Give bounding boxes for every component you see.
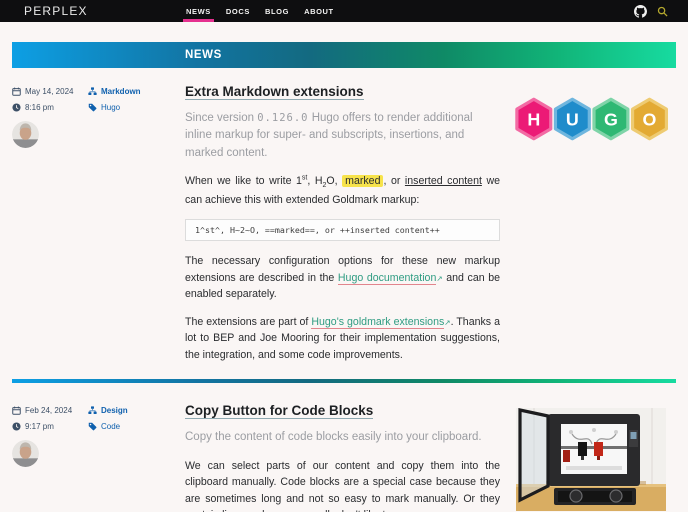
tag-link[interactable]: Code [101,422,120,431]
hugo-hex-h: H [515,97,553,141]
article-side-column: (Emotion Tech/Unsplash↗) [500,403,676,512]
hugo-hex-o: O [630,97,669,141]
article-divider [12,379,676,384]
tag-link-wrap: Code [88,422,185,431]
article-title: Copy Button for Code Blocks [185,403,500,420]
code-block: 1^st^, H~2~O, ==marked==, or ++inserted … [185,219,500,242]
svg-text:U: U [566,110,579,130]
top-navigation-bar: PERPLEX NEWS DOCS BLOG ABOUT [0,0,688,22]
time-text: 9:17 pm [25,422,54,432]
hugo-hex-u: U [553,97,591,141]
article-main-column: Copy Button for Code Blocks Copy the con… [185,403,500,512]
article-title-link[interactable]: Copy Button for Code Blocks [185,403,374,420]
nav-item-docs[interactable]: DOCS [226,0,250,22]
article-meta: Feb 24, 2024 Design 9:17 pm Code [12,406,185,431]
highlighted-text: marked [342,174,384,187]
header-icons [634,0,668,22]
article-paragraph: The necessary configuration options for … [185,253,500,303]
category-link-wrap: Markdown [88,87,185,96]
publish-date: May 14, 2024 [12,87,88,96]
category-icon [88,87,97,96]
article-title-link[interactable]: Extra Markdown extensions [185,84,364,100]
calendar-icon [12,406,21,416]
article-copy-button: Feb 24, 2024 Design 9:17 pm Code Copy Bu… [12,403,676,512]
lead-text: Since version [185,112,258,124]
time-text: 8:16 pm [25,103,54,112]
version-code: 0.126.0 [257,112,309,124]
svg-text:O: O [643,110,657,130]
category-link[interactable]: Design [101,406,128,415]
date-text: May 14, 2024 [25,87,74,96]
printer-photo [515,408,667,512]
article-lead: Since version 0.126.0 Hugo offers to ren… [185,110,500,162]
publish-date: Feb 24, 2024 [12,406,88,415]
article-markdown-extensions: May 14, 2024 Markdown 8:16 pm Hugo Extra… [12,84,676,363]
inserted-text: inserted content [404,174,482,187]
tag-icon [88,103,97,112]
section-title: NEWS [185,49,222,61]
section-banner: NEWS [12,42,676,68]
category-icon [88,406,97,415]
goldmark-extensions-link[interactable]: Hugo's goldmark extensions [311,315,445,329]
article-main-column: Extra Markdown extensions Since version … [185,84,500,363]
publish-time: 8:16 pm [12,103,88,112]
tag-icon [88,422,97,431]
hugo-hex-g: G [592,97,630,141]
tag-link[interactable]: Hugo [101,103,120,112]
article-title: Extra Markdown extensions [185,84,500,100]
github-icon[interactable] [634,4,647,18]
article-paragraph: We can select parts of our content and c… [185,459,500,512]
svg-text:G: G [604,110,618,130]
calendar-icon [12,87,21,96]
main-nav: NEWS DOCS BLOG ABOUT [183,0,349,22]
nav-item-blog[interactable]: BLOG [265,0,289,22]
paragraph-text: O, [326,174,343,187]
clock-icon [12,422,21,431]
article-meta: May 14, 2024 Markdown 8:16 pm Hugo [12,87,185,112]
nav-item-about[interactable]: ABOUT [304,0,334,22]
article-paragraph: The extensions are part of Hugo's goldma… [185,314,500,364]
date-text: Feb 24, 2024 [25,406,73,416]
paragraph-text: , H [307,174,323,187]
category-link-wrap: Design [88,406,185,415]
hugo-logo: H U G O [515,97,676,141]
tag-link-wrap: Hugo [88,103,185,112]
author-avatar [12,121,39,148]
search-icon[interactable] [657,6,668,17]
clock-icon [12,103,21,112]
article-meta-column: May 14, 2024 Markdown 8:16 pm Hugo [12,84,185,363]
article-side-column: H U G O [500,84,676,363]
svg-text:H: H [527,110,540,130]
article-lead: Copy the content of code blocks easily i… [185,431,482,444]
paragraph-text: , or [383,174,405,187]
author-avatar [12,440,39,468]
hugo-documentation-link[interactable]: Hugo documentation [337,271,437,285]
paragraph-text: When we like to write 1 [185,174,302,187]
site-logo[interactable]: PERPLEX [24,0,186,22]
paragraph-text: The extensions are part of [185,315,312,328]
nav-item-news[interactable]: NEWS [183,0,214,22]
category-link[interactable]: Markdown [101,87,141,96]
article-meta-column: Feb 24, 2024 Design 9:17 pm Code [12,403,185,512]
publish-time: 9:17 pm [12,422,88,431]
page: PERPLEX NEWS DOCS BLOG ABOUT NEWS May 14… [0,0,688,512]
article-figure: (Emotion Tech/Unsplash↗) [515,408,667,512]
article-paragraph: When we like to write 1st, H2O, marked, … [185,173,500,209]
